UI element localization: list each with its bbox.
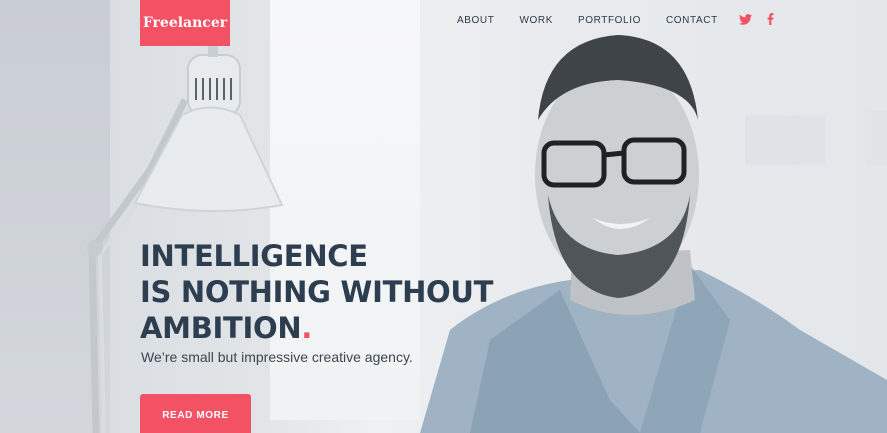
headline-line-2: IS NOTHING WITHOUT <box>140 275 494 309</box>
social-links <box>738 13 789 28</box>
read-more-button[interactable]: READ MORE <box>140 394 251 433</box>
nav-item-work[interactable]: WORK <box>519 15 553 26</box>
hero-photo <box>87 35 887 433</box>
nav-item-about[interactable]: ABOUT <box>457 15 494 26</box>
headline-line-3: AMBITION <box>140 311 302 345</box>
main-nav: ABOUT WORK PORTFOLIO CONTACT <box>457 13 789 28</box>
hero-section: Freelancer ABOUT WORK PORTFOLIO CONTACT … <box>0 0 887 433</box>
twitter-icon[interactable] <box>738 13 752 28</box>
logo[interactable]: Freelancer <box>140 0 230 46</box>
headline-accent-dot: . <box>301 311 313 345</box>
hero-subtitle: We’re small but impressive creative agen… <box>141 349 413 365</box>
portrait-image <box>420 35 887 433</box>
nav-item-portfolio[interactable]: PORTFOLIO <box>578 15 641 26</box>
facebook-icon[interactable] <box>767 13 774 28</box>
headline-line-1: INTELLIGENCE <box>140 239 368 273</box>
nav-item-contact[interactable]: CONTACT <box>666 15 718 26</box>
hero-headline: INTELLIGENCE IS NOTHING WITHOUT AMBITION… <box>140 238 493 346</box>
